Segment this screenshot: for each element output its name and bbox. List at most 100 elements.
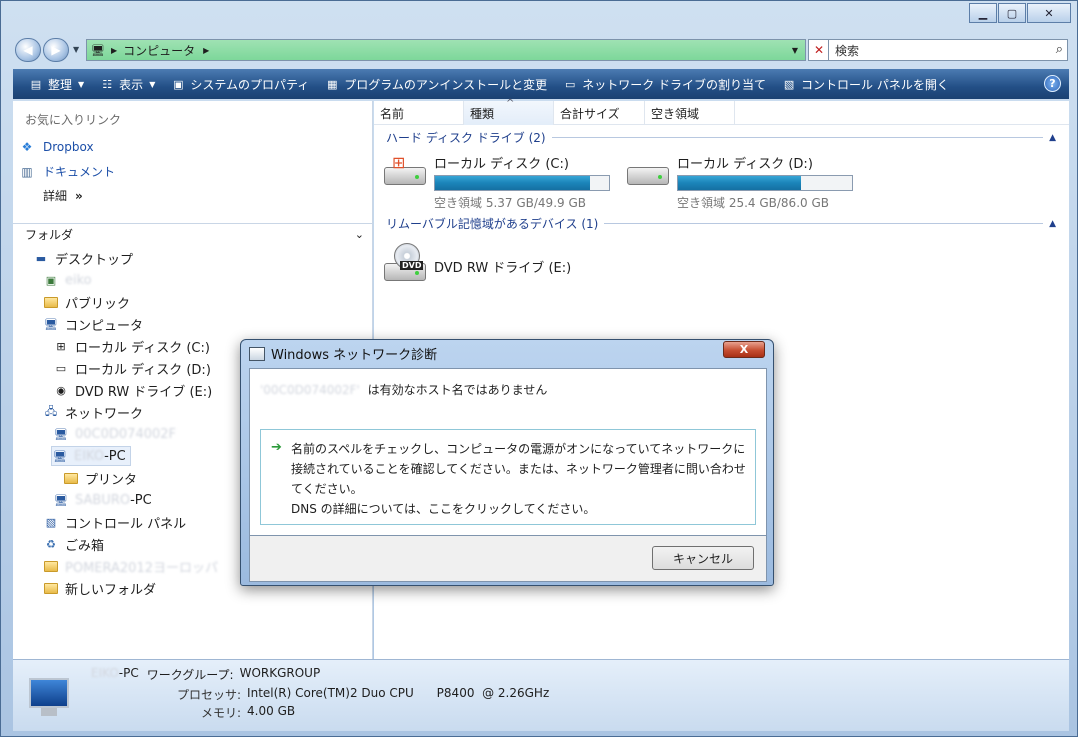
details-computer-name: EIKO -PC ワークグループ: WORKGROUP (91, 666, 321, 682)
breadcrumb-separator-icon: ▶ (110, 45, 118, 55)
favorite-link-documents[interactable]: ▥ ドキュメント (19, 163, 115, 180)
tree-item-saburo-pc[interactable]: 🖥 SABURO -PC (53, 490, 152, 510)
tree-item-control-panel[interactable]: ▧ コントロール パネル (43, 512, 186, 532)
cancel-button[interactable]: キャンセル (652, 546, 754, 570)
breadcrumb-separator-icon[interactable]: ▶ (203, 46, 209, 55)
forward-button[interactable]: ▶ (43, 38, 69, 62)
collapse-icon[interactable]: ▲ (1049, 219, 1056, 229)
dialog-message: '00C0D074002F' は有効なホスト名ではありません (260, 383, 548, 397)
tree-item-desktop[interactable]: ▬ デスクトップ (33, 248, 133, 268)
recent-pages-chevron-icon[interactable]: ▼ (73, 45, 79, 54)
group-header-hard-disks[interactable]: ハード ディスク ドライブ (2) ▲ (386, 129, 1056, 146)
folders-header[interactable]: フォルダ ⌄ (13, 223, 372, 245)
details-processor: プロセッサ: Intel(R) Core(TM)2 Duo CPU P8400 … (177, 686, 550, 702)
recycle-bin-icon: ♻ (46, 537, 56, 551)
open-control-panel-button[interactable]: ▧ コントロール パネルを開く (774, 72, 957, 96)
dns-details-link[interactable]: DNS の詳細については、ここをクリックしてください。 (291, 499, 751, 519)
printer-folder-icon (63, 470, 79, 486)
tree-item-network[interactable]: 🖧 ネットワーク (43, 402, 143, 422)
stop-button[interactable]: ✕ (808, 39, 830, 61)
network-computer-icon: 🖥 (54, 493, 68, 507)
dvd-drive-icon: ◉ (56, 383, 66, 397)
dialog-body: '00C0D074002F' は有効なホスト名ではありません ➔ 名前のスペルを… (249, 368, 767, 536)
network-computer-icon: 🖥 (54, 427, 68, 441)
search-input[interactable]: 検索 ⌕ (828, 39, 1068, 61)
tree-item-user[interactable]: ▣ eiko (43, 270, 92, 290)
caption-buttons: ▁ ▢ ✕ (968, 3, 1071, 23)
hard-drive-icon: ▭ (55, 361, 67, 375)
address-row: ◀ ▶ ▼ 🖥 ▶ コンピュータ ▶ ▼ ✕ 検索 ⌕ (13, 37, 1069, 63)
computer-icon (23, 674, 77, 720)
close-window-button[interactable]: ✕ (1027, 3, 1071, 23)
search-icon[interactable]: ⌕ (1056, 42, 1063, 57)
double-chevron-icon: » (75, 188, 83, 203)
suggestion-text: 名前のスペルをチェックし、コンピュータの電源がオンになっていてネットワークに接続… (291, 442, 746, 496)
dialog-suggestion-link[interactable]: ➔ 名前のスペルをチェックし、コンピュータの電源がオンになっていてネットワークに… (260, 429, 756, 525)
drive-d-name: ローカル ディスク (D:) (677, 157, 813, 172)
dialog-close-button[interactable]: X (723, 341, 765, 358)
collapse-icon[interactable]: ▲ (1049, 133, 1056, 143)
favorite-links-title: お気に入りリンク (25, 113, 122, 127)
column-type[interactable]: 種類 ^ (464, 98, 554, 125)
uninstall-button[interactable]: ▦ プログラムのアンインストールと変更 (317, 72, 555, 96)
views-button[interactable]: ☷ 表示 ▼ (92, 72, 163, 96)
views-icon: ☷ (102, 77, 113, 91)
system-properties-icon: ▣ (173, 77, 184, 91)
system-properties-button[interactable]: ▣ システムのプロパティ (163, 72, 317, 96)
chevron-down-icon: ▼ (78, 79, 85, 89)
organize-icon: ▤ (30, 77, 42, 91)
minimize-button[interactable]: ▁ (969, 3, 997, 23)
folder-icon (43, 580, 59, 596)
tree-item-printers[interactable]: プリンタ (63, 468, 137, 488)
organize-button[interactable]: ▤ 整理 ▼ (21, 72, 92, 96)
tree-item-drive-c[interactable]: ⊞ ローカル ディスク (C:) (53, 336, 210, 356)
network-diagnostics-dialog: Windows ネットワーク診断 X '00C0D074002F' は有効なホス… (240, 339, 774, 586)
favorites-details-toggle[interactable]: 詳細 » (43, 187, 83, 204)
dialog-footer: キャンセル (249, 536, 767, 582)
details-pane: EIKO -PC ワークグループ: WORKGROUP プロセッサ: Intel(… (13, 659, 1069, 731)
column-free-space[interactable]: 空き領域 (645, 101, 735, 125)
dropbox-icon: ❖ (21, 140, 33, 154)
address-dropdown-icon[interactable]: ▼ (787, 42, 803, 58)
drive-c[interactable]: ⊞ ローカル ディスク (C:) 空き領域 5.37 GB/49.9 GB (382, 153, 610, 211)
uninstall-icon: ▦ (327, 77, 338, 91)
favorite-link-dropbox[interactable]: ❖ Dropbox (19, 139, 94, 155)
network-computer-icon: 🖥 (53, 449, 67, 463)
drive-d[interactable]: ローカル ディスク (D:) 空き領域 25.4 GB/86.0 GB (625, 153, 853, 211)
desktop-icon: ▬ (35, 251, 47, 265)
group-header-removable[interactable]: リムーバブル記憶域があるデバイス (1) ▲ (386, 215, 1056, 232)
network-diagnostics-icon (249, 346, 265, 361)
tree-item-computer[interactable]: 🖥 コンピュータ (43, 314, 143, 334)
tree-item-drive-d[interactable]: ▭ ローカル ディスク (D:) (53, 358, 211, 378)
user-folder-icon: ▣ (45, 273, 57, 287)
dvd-drive[interactable]: DVD DVD RW ドライブ (E:) (382, 243, 571, 283)
drive-c-free-space: 空き領域 5.37 GB/49.9 GB (434, 196, 586, 210)
drive-c-name: ローカル ディスク (C:) (434, 157, 569, 172)
column-total-size[interactable]: 合計サイズ (554, 101, 645, 125)
tree-item-new-folder[interactable]: 新しいフォルダ (43, 578, 156, 598)
maximize-button[interactable]: ▢ (998, 3, 1026, 23)
column-name[interactable]: 名前 (374, 101, 464, 125)
column-header: 名前 種類 ^ 合計サイズ 空き領域 (374, 98, 1069, 125)
sort-ascending-icon: ^ (506, 98, 515, 109)
tree-item-public[interactable]: パブリック (43, 292, 130, 312)
network-icon: 🖧 (44, 404, 58, 418)
help-icon[interactable]: ? (1044, 75, 1061, 92)
dvd-drive-name: DVD RW ドライブ (E:) (434, 261, 572, 276)
tree-item-network-device[interactable]: 🖥 00C0D074002F (53, 424, 176, 444)
computer-icon: 🖥 (91, 43, 105, 57)
computer-icon: 🖥 (44, 317, 58, 331)
address-bar[interactable]: 🖥 ▶ コンピュータ ▶ ▼ (86, 39, 806, 61)
map-network-drive-button[interactable]: ▭ ネットワーク ドライブの割り当て (555, 72, 774, 96)
windows-drive-icon: ⊞ (56, 339, 66, 353)
breadcrumb-computer[interactable]: コンピュータ (123, 42, 195, 59)
tree-item-dvd-drive[interactable]: ◉ DVD RW ドライブ (E:) (53, 380, 212, 400)
chevron-down-icon: ⌄ (354, 228, 364, 241)
tree-item-recycle-bin[interactable]: ♻ ごみ箱 (43, 534, 104, 554)
tree-item-eiko-pc[interactable]: 🖥 EIKO -PC (51, 446, 131, 466)
back-button[interactable]: ◀ (15, 38, 41, 62)
chevron-down-icon: ▼ (149, 79, 156, 89)
dvd-drive-icon: DVD (382, 243, 428, 283)
tree-item-pomera-folder[interactable]: POMERA2012ヨーロッパ (43, 556, 218, 576)
folder-icon (43, 294, 59, 310)
